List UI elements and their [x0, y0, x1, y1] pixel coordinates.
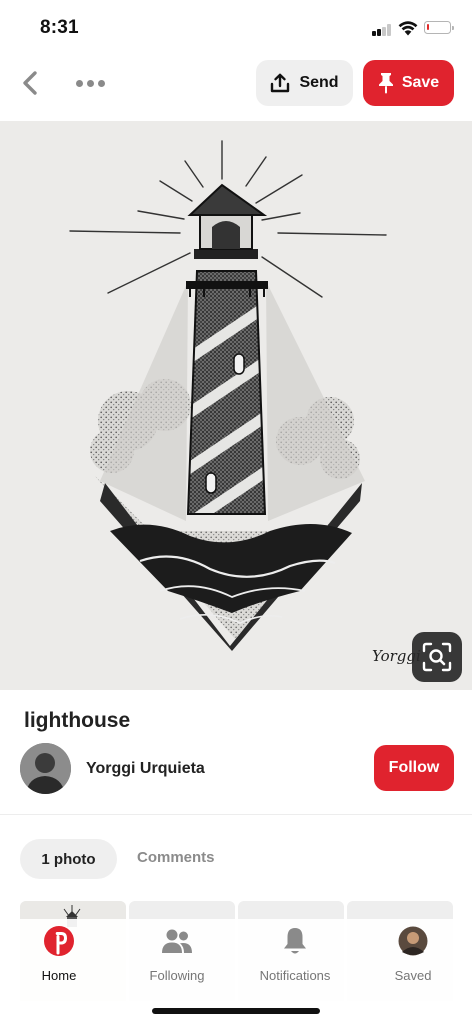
- more-options-button[interactable]: [70, 66, 110, 100]
- chevron-left-icon: [23, 71, 37, 95]
- tab-comments[interactable]: Comments: [137, 849, 215, 866]
- nav-saved-label: Saved: [394, 968, 432, 983]
- home-indicator: [152, 1008, 320, 1014]
- top-nav: Send Save: [0, 60, 472, 106]
- people-icon: [161, 925, 193, 957]
- nav-notifications-label: Notifications: [259, 968, 331, 983]
- nav-following-label: Following: [149, 968, 205, 983]
- visual-search-button[interactable]: [412, 632, 462, 682]
- more-dot: [97, 79, 105, 87]
- pin-title: lighthouse: [24, 709, 131, 732]
- pin-image[interactable]: Yorggi: [0, 121, 472, 690]
- save-button[interactable]: Save: [363, 60, 454, 106]
- creator-row: Yorggi Urquieta Follow: [20, 743, 460, 795]
- more-dot: [86, 79, 94, 87]
- tab-photos[interactable]: 1 photo: [20, 839, 117, 879]
- nav-following[interactable]: Following: [118, 925, 236, 995]
- pinterest-logo-icon: [43, 925, 75, 957]
- share-upload-icon: [271, 73, 290, 93]
- status-bar: 8:31: [0, 0, 472, 56]
- lighthouse-artwork: Yorggi: [69, 140, 421, 665]
- visual-search-icon: [422, 642, 452, 672]
- wifi-icon: [398, 21, 418, 36]
- send-label: Send: [299, 74, 339, 91]
- follow-button[interactable]: Follow: [374, 745, 454, 791]
- more-horizontal-icon: [75, 79, 83, 87]
- bell-icon: [279, 925, 311, 957]
- nav-notifications[interactable]: Notifications: [236, 925, 354, 995]
- battery-icon: [424, 21, 454, 34]
- pushpin-icon: [378, 73, 393, 94]
- profile-avatar-icon: [397, 925, 429, 957]
- nav-saved[interactable]: Saved: [354, 925, 472, 995]
- creator-name[interactable]: Yorggi Urquieta: [86, 760, 205, 778]
- cellular-signal-icon: [372, 24, 392, 36]
- save-label: Save: [401, 74, 440, 91]
- creator-avatar[interactable]: [20, 743, 71, 794]
- back-button[interactable]: [14, 66, 46, 100]
- section-divider: [0, 814, 472, 815]
- battery-level: [427, 24, 430, 30]
- send-button[interactable]: Send: [256, 60, 353, 106]
- nav-home[interactable]: Home: [0, 925, 118, 995]
- nav-home-label: Home: [41, 968, 77, 983]
- avatar-photo: [20, 743, 71, 794]
- status-time: 8:31: [40, 17, 79, 38]
